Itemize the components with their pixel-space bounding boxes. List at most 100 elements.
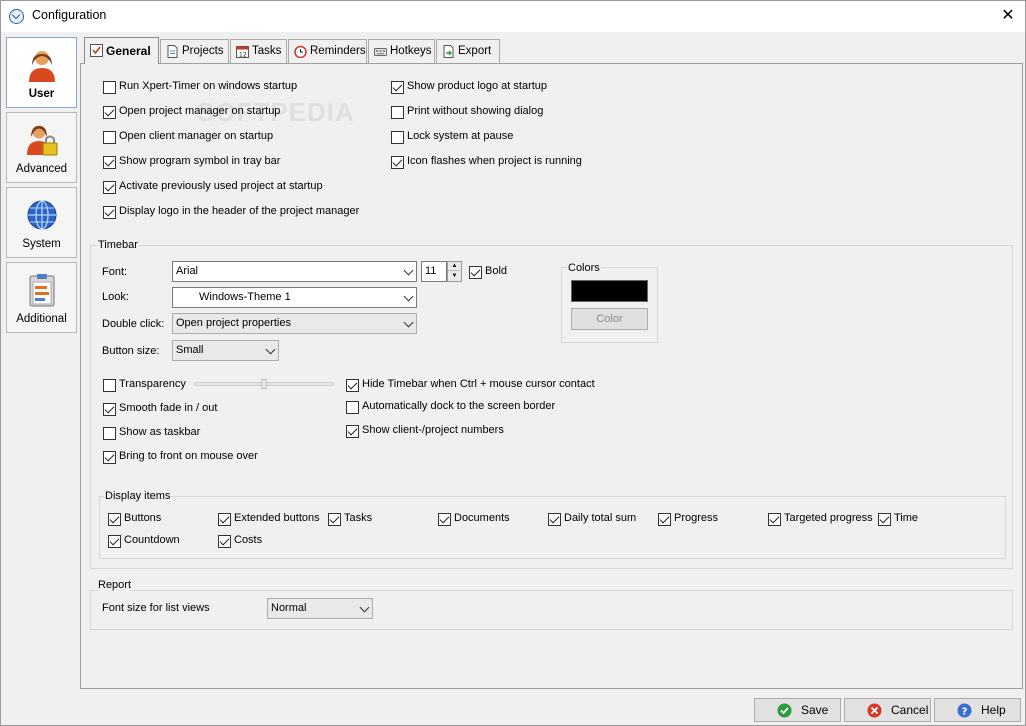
close-button[interactable]: ✕ — [991, 1, 1025, 32]
decrement-icon[interactable]: ▼ — [448, 272, 461, 281]
tab-label: Reminders — [310, 45, 366, 57]
list-font-size-select[interactable]: Normal — [267, 598, 373, 619]
sidebar-item-label: System — [22, 238, 61, 250]
help-button[interactable]: ? Help — [934, 698, 1021, 722]
chevron-down-icon — [403, 317, 414, 328]
checkbox-box[interactable] — [218, 535, 231, 548]
cancel-circle-icon — [867, 703, 882, 718]
tab-label: Tasks — [252, 45, 282, 57]
title-bar: Configuration ✕ — [1, 1, 1025, 32]
tab-projects[interactable]: Projects — [160, 39, 229, 64]
user-lock-icon — [27, 125, 58, 156]
checkbox-box[interactable] — [391, 106, 404, 119]
chevron-down-icon — [359, 602, 370, 613]
checkbox-box[interactable] — [108, 513, 121, 526]
checklist-icon — [90, 44, 103, 57]
checkbox-box[interactable] — [391, 81, 404, 94]
timebar-group-title: Timebar — [97, 239, 139, 251]
cancel-button[interactable]: Cancel — [844, 698, 931, 722]
tab-label: Hotkeys — [390, 45, 432, 57]
app-clock-icon — [9, 9, 24, 24]
font-select[interactable]: Arial — [172, 261, 417, 282]
button-size-label: Button size: — [102, 345, 160, 357]
sidebar-item-system[interactable]: System — [6, 187, 77, 258]
tab-export[interactable]: Export — [436, 39, 500, 64]
user-icon — [29, 51, 55, 82]
font-size-stepper[interactable]: ▲ ▼ — [447, 261, 462, 282]
chevron-down-icon — [265, 344, 276, 355]
colors-group-title: Colors — [567, 262, 601, 274]
checkbox-box[interactable] — [103, 451, 116, 464]
report-group-title: Report — [97, 579, 133, 591]
double-click-select[interactable]: Open project properties — [172, 313, 417, 334]
chevron-down-icon — [403, 291, 414, 302]
chevron-down-icon — [403, 265, 414, 276]
clipboard-icon — [29, 274, 55, 307]
checkbox-box[interactable] — [346, 425, 359, 438]
checkbox-box[interactable] — [438, 513, 451, 526]
button-size-select[interactable]: Small — [172, 340, 279, 361]
calendar-icon: 12 — [236, 46, 249, 59]
checkbox-box[interactable] — [103, 379, 116, 392]
sidebar-item-advanced[interactable]: Advanced — [6, 112, 77, 183]
tab-label: Export — [458, 45, 492, 57]
keyboard-icon — [374, 48, 387, 56]
sidebar-item-label: Advanced — [15, 163, 68, 175]
checkbox-box[interactable] — [391, 131, 404, 144]
checkbox-box[interactable] — [103, 403, 116, 416]
display-items-group-title: Display items — [104, 490, 172, 502]
report-group — [90, 590, 1013, 630]
display-items-group — [99, 496, 1006, 559]
checkbox-box[interactable] — [346, 401, 359, 414]
checkbox-box[interactable] — [548, 513, 561, 526]
sidebar-item-additional[interactable]: Additional — [6, 262, 77, 333]
look-label: Look: — [102, 291, 129, 303]
checkbox-box[interactable] — [103, 106, 116, 119]
font-size-input[interactable]: 11 — [421, 261, 447, 282]
double-click-label: Double click: — [102, 318, 165, 330]
sidebar-item-label: User — [28, 88, 55, 100]
font-label: Font: — [102, 266, 128, 278]
checkbox-box[interactable] — [346, 379, 359, 392]
tab-reminders[interactable]: Reminders — [288, 39, 367, 64]
checkbox-box[interactable] — [108, 535, 121, 548]
document-icon — [167, 45, 178, 58]
tab-tasks[interactable]: 12 Tasks — [230, 39, 287, 64]
window-title: Configuration — [32, 8, 107, 22]
tab-label: Projects — [182, 45, 224, 57]
tab-general[interactable]: General — [84, 37, 159, 64]
svg-text:?: ? — [962, 707, 968, 718]
checkbox-box[interactable] — [391, 156, 404, 169]
export-icon — [443, 45, 454, 58]
alarm-clock-icon — [294, 45, 307, 58]
checkbox-box[interactable] — [103, 181, 116, 194]
checkbox-box[interactable] — [103, 81, 116, 94]
save-button[interactable]: Save — [754, 698, 841, 722]
checkbox-box[interactable] — [469, 266, 482, 279]
checkbox-box[interactable] — [768, 513, 781, 526]
sidebar-item-user[interactable]: User — [6, 37, 77, 108]
checkbox-box[interactable] — [878, 513, 891, 526]
checkbox-box[interactable] — [218, 513, 231, 526]
slider-thumb[interactable] — [261, 379, 267, 389]
checkbox-box[interactable] — [103, 206, 116, 219]
checkbox-box[interactable] — [658, 513, 671, 526]
color-swatch — [571, 280, 648, 302]
check-circle-icon — [777, 703, 792, 718]
increment-icon[interactable]: ▲ — [448, 262, 461, 271]
tab-label: General — [106, 44, 151, 58]
look-select[interactable]: Windows-Theme 1 — [172, 287, 417, 308]
colors-group — [561, 267, 658, 343]
checkbox-box[interactable] — [103, 131, 116, 144]
svg-text:12: 12 — [239, 52, 247, 59]
transparency-slider[interactable] — [194, 379, 334, 389]
color-button[interactable]: Color — [571, 308, 648, 330]
list-font-size-label: Font size for list views — [102, 602, 210, 614]
checkbox-box[interactable] — [103, 427, 116, 440]
checkbox-box[interactable] — [103, 156, 116, 169]
checkbox-box[interactable] — [328, 513, 341, 526]
sidebar-item-label: Additional — [16, 313, 67, 325]
configuration-window: Configuration ✕ User Advanced System Add… — [0, 0, 1026, 726]
tab-hotkeys[interactable]: Hotkeys — [368, 39, 435, 64]
globe-icon — [27, 200, 57, 230]
